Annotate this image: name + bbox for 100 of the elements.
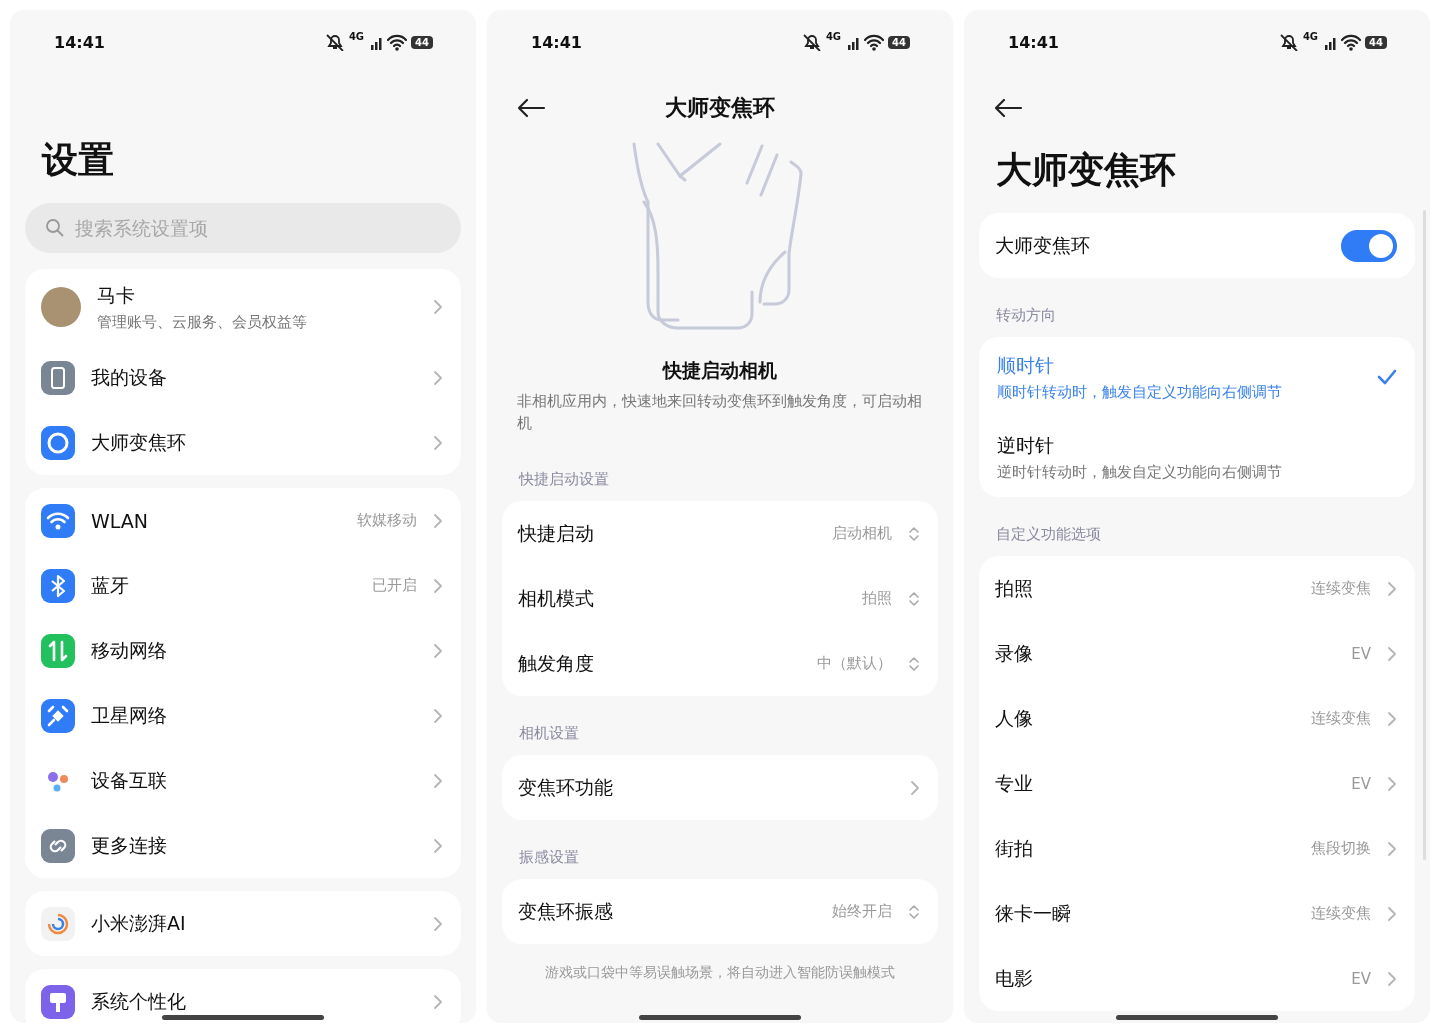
settings-row[interactable]: 录像 EV — [979, 621, 1415, 686]
settings-row[interactable]: 变焦环振感 始终开启 — [502, 879, 938, 944]
back-arrow-icon[interactable] — [993, 97, 1023, 119]
item-label: 移动网络 — [91, 637, 167, 663]
settings-row[interactable]: 触发角度 中（默认） — [502, 631, 938, 696]
account-row[interactable]: 马卡 管理账号、云服务、会员权益等 — [25, 269, 461, 345]
wifi-icon — [864, 33, 885, 51]
section-header: 振感设置 — [518, 848, 580, 867]
settings-item[interactable]: 移动网络 — [25, 618, 461, 683]
battery-level: 44 — [1365, 35, 1387, 49]
chevron-right-icon — [433, 299, 443, 315]
row-value: 中（默认） — [817, 654, 892, 673]
row-label: 专业 — [995, 770, 1033, 796]
settings-item[interactable]: 小米澎湃AI — [25, 891, 461, 956]
avatar-photo — [41, 287, 81, 327]
network-type: 4G — [825, 31, 842, 42]
chevron-right-icon — [1387, 840, 1397, 857]
battery-level: 44 — [411, 35, 433, 49]
item-label: 蓝牙 — [91, 572, 129, 598]
settings-row[interactable]: 专业 EV — [979, 751, 1415, 816]
network-type: 4G — [348, 31, 365, 42]
item-label: WLAN — [91, 509, 149, 532]
toggle-switch[interactable] — [1341, 229, 1397, 262]
item-label: 我的设备 — [91, 364, 167, 390]
row-value: EV — [1351, 644, 1371, 663]
chevron-right-icon — [1387, 905, 1397, 922]
footnote: 游戏或口袋中等易误触场景，将自动进入智能防误触模式 — [544, 964, 896, 982]
status-time: 14:41 — [54, 32, 105, 52]
settings-row[interactable]: 快捷启动 启动相机 — [502, 501, 938, 566]
status-time: 14:41 — [1008, 32, 1059, 52]
item-label: 小米澎湃AI — [91, 910, 186, 936]
arrows-icon — [41, 633, 75, 668]
up-down-arrows-icon — [908, 654, 920, 673]
page-title: 设置 — [42, 138, 115, 182]
settings-row[interactable]: 拍照 连续变焦 — [979, 556, 1415, 621]
option-title: 顺时针 — [997, 352, 1055, 378]
settings-row[interactable]: 街拍 焦段切换 — [979, 816, 1415, 881]
screen-title: 大师变焦环 — [665, 94, 775, 122]
settings-row[interactable]: 相机模式 拍照 — [502, 566, 938, 631]
item-label: 设备互联 — [91, 767, 167, 793]
back-arrow-icon[interactable] — [516, 97, 546, 119]
row-label: 人像 — [995, 705, 1033, 731]
section-header: 相机设置 — [518, 724, 580, 743]
settings-row[interactable]: 变焦环功能 — [502, 755, 938, 820]
row-value: EV — [1351, 969, 1371, 988]
chevron-right-icon — [433, 512, 443, 529]
row-value: 连续变焦 — [1311, 709, 1371, 728]
chevron-right-icon — [1387, 645, 1397, 662]
item-label: 系统个性化 — [91, 988, 186, 1014]
item-label: 大师变焦环 — [91, 429, 186, 455]
row-value: 启动相机 — [832, 524, 892, 543]
section-header: 自定义功能选项 — [995, 525, 1102, 544]
phone-icon — [41, 360, 75, 395]
row-value: EV — [1351, 774, 1371, 793]
toggle-label: 大师变焦环 — [995, 232, 1090, 258]
swirl-icon — [41, 906, 75, 941]
row-value: 连续变焦 — [1311, 904, 1371, 923]
direction-option[interactable]: 顺时针 顺时针转动时，触发自定义功能向右侧调节 — [979, 337, 1415, 417]
direction-option[interactable]: 逆时针 逆时针转动时，触发自定义功能向右侧调节 — [979, 417, 1415, 497]
chevron-right-icon — [433, 707, 443, 724]
up-down-arrows-icon — [908, 589, 920, 608]
settings-item[interactable]: 设备互联 — [25, 748, 461, 813]
settings-row[interactable]: 徕卡一瞬 连续变焦 — [979, 881, 1415, 946]
ring-icon — [41, 425, 75, 460]
settings-item[interactable]: 蓝牙 已开启 — [25, 553, 461, 618]
row-label: 拍照 — [995, 575, 1033, 601]
settings-item[interactable]: WLAN 软媒移动 — [25, 488, 461, 553]
feature-description: 非相机应用内，快速地来回转动变焦环到触发角度，可启动相机 — [516, 391, 923, 434]
chevron-right-icon — [433, 993, 443, 1010]
option-subtitle: 逆时针转动时，触发自定义功能向右侧调节 — [997, 462, 1283, 482]
settings-item[interactable]: 我的设备 — [25, 345, 461, 410]
account-name: 马卡 — [97, 282, 135, 308]
settings-item[interactable]: 更多连接 — [25, 813, 461, 878]
chevron-right-icon — [433, 772, 443, 789]
chevron-right-icon — [433, 642, 443, 659]
chevron-right-icon — [433, 915, 443, 932]
settings-row[interactable]: 人像 连续变焦 — [979, 686, 1415, 751]
settings-row[interactable]: 电影 EV — [979, 946, 1415, 1011]
row-label: 录像 — [995, 640, 1033, 666]
search-field[interactable]: 搜索系统设置项 — [25, 203, 461, 253]
row-label: 触发角度 — [518, 650, 594, 676]
row-label: 快捷启动 — [518, 520, 594, 546]
row-label: 电影 — [995, 965, 1033, 991]
item-label: 更多连接 — [91, 832, 167, 858]
item-value: 软媒移动 — [357, 511, 417, 530]
bluetooth-icon — [41, 568, 75, 603]
row-value: 始终开启 — [832, 902, 892, 921]
mute-bell-icon — [324, 33, 345, 51]
settings-item[interactable]: 卫星网络 — [25, 683, 461, 748]
row-value: 连续变焦 — [1311, 579, 1371, 598]
page-title: 大师变焦环 — [996, 148, 1177, 192]
chevron-right-icon — [433, 434, 443, 451]
settings-item[interactable]: 大师变焦环 — [25, 410, 461, 475]
account-subtitle: 管理账号、云服务、会员权益等 — [97, 312, 308, 332]
chevron-right-icon — [433, 369, 443, 386]
status-time: 14:41 — [531, 32, 582, 52]
mute-bell-icon — [1278, 33, 1299, 51]
option-title: 逆时针 — [997, 432, 1055, 458]
search-icon — [45, 218, 64, 237]
chevron-right-icon — [1387, 775, 1397, 792]
